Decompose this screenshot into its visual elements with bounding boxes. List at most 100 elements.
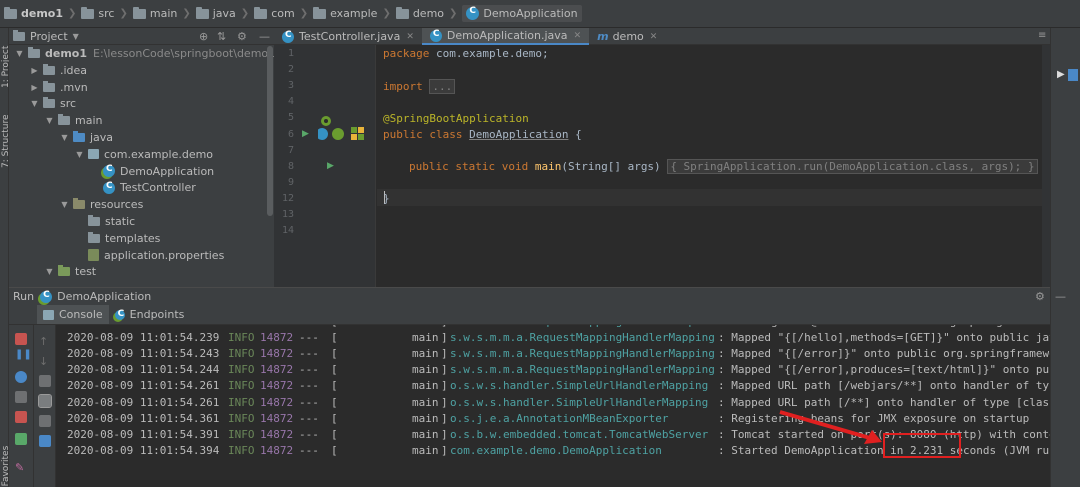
tree-item[interactable]: ▶ .idea: [9, 62, 87, 79]
expand-icon[interactable]: ▼: [15, 49, 24, 58]
method-body-fold[interactable]: { SpringApplication.run(DemoApplication.…: [667, 159, 1038, 174]
log-msg: : Mapped "{[/error],produces=[text/html]…: [718, 363, 1050, 377]
expand-icon[interactable]: ▼: [45, 116, 54, 125]
tree-item[interactable]: application.properties: [9, 247, 224, 264]
import-fold[interactable]: ...: [429, 79, 456, 94]
expand-icon[interactable]: ▼: [45, 267, 54, 276]
editor-tab[interactable]: m demo ✕: [589, 28, 665, 45]
tree-item[interactable]: ▼ java: [9, 129, 113, 146]
pin-icon[interactable]: ✎: [15, 461, 24, 474]
package-icon: [88, 149, 99, 160]
log-thread: main: [412, 411, 439, 425]
tree-item[interactable]: static: [9, 213, 135, 230]
gear-icon[interactable]: ⚙: [1035, 290, 1045, 303]
stop-icon[interactable]: [15, 333, 27, 345]
line-number: 7: [287, 144, 294, 156]
locate-icon[interactable]: ⊕: [199, 30, 208, 43]
expand-icon[interactable]: ▼: [75, 150, 84, 159]
breadcrumb-item[interactable]: src: [81, 6, 114, 20]
log-bracket: ]: [441, 325, 448, 328]
chevron-down-icon[interactable]: ▼: [73, 32, 79, 41]
right-tool-strip: ▶: [1050, 28, 1080, 487]
console-output[interactable]: 2020-08-09 11:01:54.201INFO14872---mains…: [57, 325, 1050, 487]
tree-item[interactable]: ▼ com.example.demo: [9, 146, 213, 163]
navigation-breadcrumb: demo1 ❯ src ❯ main ❯ java ❯ com ❯ example ❯ demo ❯ Dem…: [0, 0, 1080, 28]
tree-item[interactable]: ▼ test: [9, 263, 96, 280]
spring-bean-icon: [321, 116, 331, 126]
run-config-name[interactable]: DemoApplication: [57, 290, 151, 303]
expand-icon[interactable]: ▼: [30, 99, 39, 108]
tree-item[interactable]: TestController: [9, 179, 196, 196]
folder-icon: [81, 6, 95, 19]
tree-item[interactable]: DemoApplication: [9, 163, 214, 180]
run-toolbar: ↻ ❚❚ ✎: [9, 305, 34, 487]
exit-icon[interactable]: [15, 411, 27, 423]
close-icon[interactable]: ✕: [574, 31, 582, 41]
collapse-icon[interactable]: ▶: [30, 83, 39, 92]
gear-icon[interactable]: ⚙: [237, 30, 247, 43]
maven-icon[interactable]: [1068, 69, 1078, 81]
tree-item[interactable]: ▼ resources: [9, 196, 143, 213]
dump-threads-icon[interactable]: [15, 371, 27, 383]
folder-icon: [313, 6, 327, 19]
editor-marker-bar[interactable]: [1042, 45, 1050, 287]
down-icon[interactable]: ↓: [39, 355, 48, 368]
breadcrumb-item[interactable]: demo: [395, 6, 444, 20]
log-bracket: ]: [441, 347, 448, 361]
tab-endpoints[interactable]: Endpoints: [109, 305, 191, 324]
log-ts: 2020-08-09 11:01:54.239: [67, 331, 220, 345]
collapse-icon[interactable]: ⇅: [217, 30, 226, 43]
breadcrumb-item[interactable]: example: [313, 6, 377, 20]
restore-layout-icon[interactable]: [15, 433, 27, 445]
editor-tab-bar: TestController.java✕DemoApplication.java…: [274, 28, 1050, 45]
settings-icon[interactable]: [15, 391, 27, 403]
tree-item[interactable]: ▼ demo1 E:\lessonCode\springboot\demo1: [9, 45, 274, 62]
spring-class-icon: [103, 164, 115, 178]
clear-all-icon[interactable]: [39, 435, 51, 447]
tree-item[interactable]: templates: [9, 230, 160, 247]
tree-item-label: demo1: [45, 47, 88, 60]
log-bracket: [: [331, 325, 338, 328]
collapse-icon[interactable]: ▶: [30, 66, 39, 75]
editor-tab[interactable]: TestController.java✕: [274, 28, 422, 45]
line-number: 8: [287, 160, 294, 172]
tree-item[interactable]: ▼ src: [9, 95, 76, 112]
run-class-icon[interactable]: ▶: [302, 129, 309, 139]
breadcrumb-item[interactable]: demo1: [4, 6, 63, 20]
log-bracket: [: [331, 379, 338, 393]
tree-item[interactable]: ▶ .mvn: [9, 79, 88, 96]
up-icon[interactable]: ↑: [39, 335, 48, 348]
breadcrumb-item[interactable]: java: [195, 6, 236, 20]
line-number: 2: [287, 64, 294, 76]
code-editor[interactable]: package com.example.demo; import ... @Sp…: [377, 45, 1050, 287]
log-sep: ---: [299, 347, 319, 361]
log-pid: 14872: [260, 331, 294, 345]
ant-build-icon[interactable]: ▶: [1057, 69, 1065, 80]
breadcrumb-item[interactable]: DemoApplication: [462, 5, 582, 22]
folder-icon: [88, 231, 100, 243]
folder-icon: [88, 215, 100, 226]
tab-menu-icon[interactable]: ≡: [1038, 30, 1046, 41]
tab-console[interactable]: Console: [37, 305, 109, 324]
spring-leaf-icon: [332, 128, 344, 140]
log-sep: ---: [299, 325, 319, 328]
expand-icon[interactable]: ▼: [60, 133, 69, 142]
print-icon[interactable]: [39, 415, 51, 427]
project-scrollbar[interactable]: [267, 46, 273, 216]
breadcrumb-item[interactable]: com: [254, 6, 295, 20]
gutter-icons: [318, 116, 364, 140]
soft-wrap-icon[interactable]: [39, 375, 51, 387]
close-icon[interactable]: ✕: [650, 32, 658, 42]
close-icon[interactable]: ✕: [406, 32, 414, 42]
hide-icon[interactable]: —: [259, 30, 270, 43]
hide-icon[interactable]: —: [1055, 290, 1066, 303]
log-ts: 2020-08-09 11:01:54.261: [67, 379, 220, 393]
expand-icon[interactable]: ▼: [60, 200, 69, 209]
pause-icon[interactable]: ❚❚: [15, 349, 32, 360]
project-panel-title[interactable]: Project: [30, 30, 68, 43]
run-main-icon[interactable]: ▶: [327, 161, 334, 171]
breadcrumb-item[interactable]: main: [132, 6, 177, 20]
tree-item[interactable]: ▼ main: [9, 112, 102, 129]
scroll-to-end-icon[interactable]: [38, 394, 52, 408]
editor-tab[interactable]: DemoApplication.java✕: [421, 28, 590, 45]
